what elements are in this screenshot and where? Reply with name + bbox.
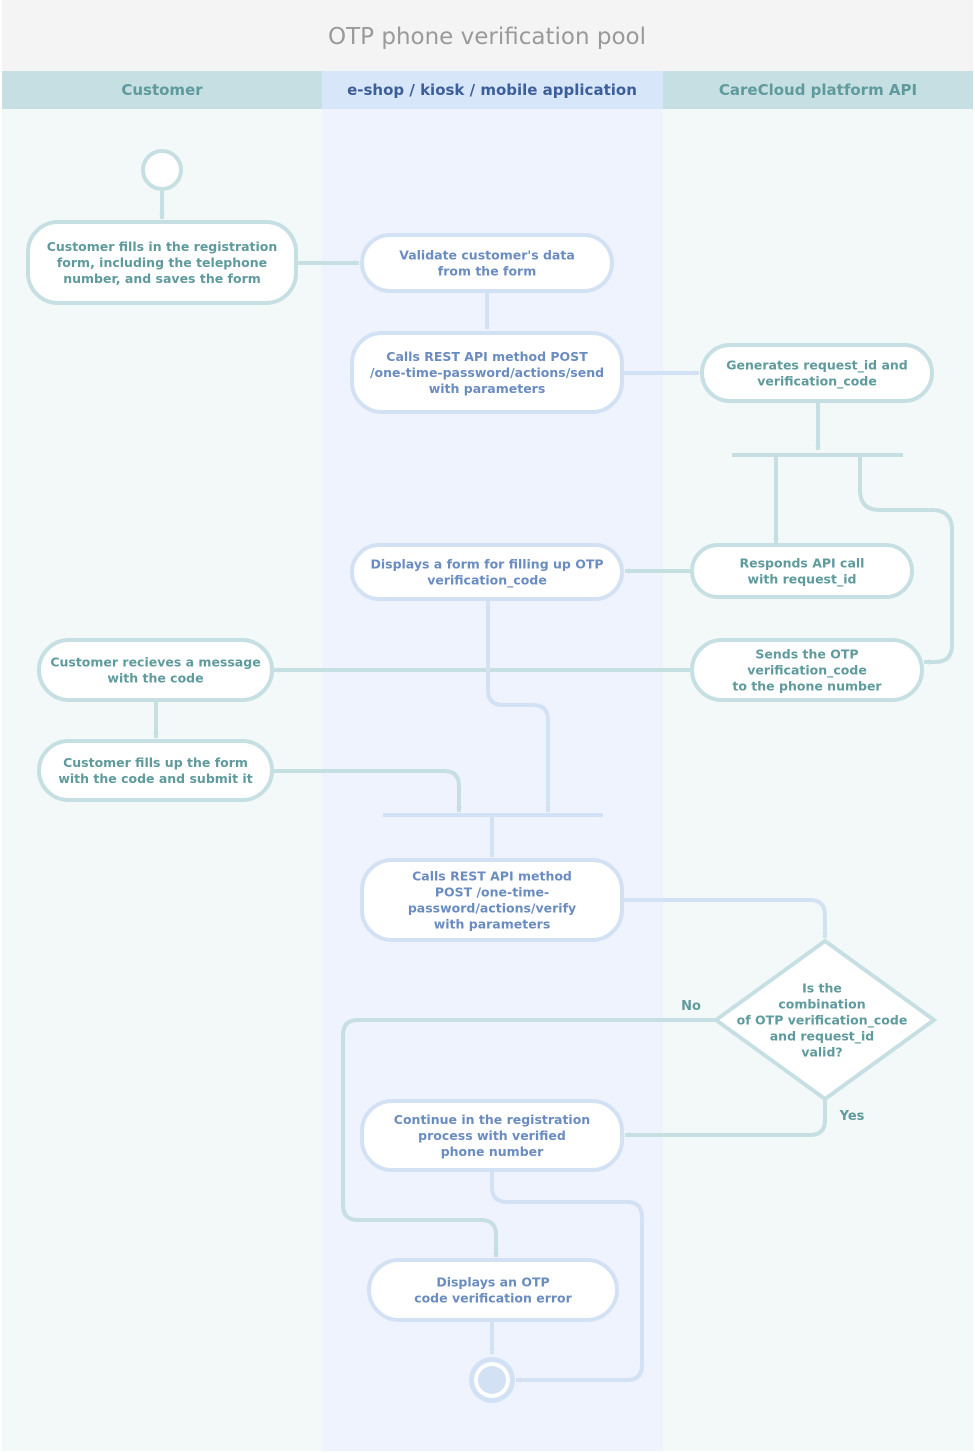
- decision-label-line: Is the: [802, 981, 842, 996]
- edge-label-no: No: [681, 999, 701, 1014]
- activity-label-line: phone number: [441, 1144, 544, 1159]
- activity-node-submit: Customer fills up the formwith the code …: [37, 739, 274, 802]
- activity-label-line: Generates request_id and: [726, 358, 907, 374]
- activity-label-line: POST /one-time-: [435, 885, 549, 900]
- activity-node-continue: Continue in the registrationprocess with…: [360, 1099, 624, 1172]
- activity-label-line: with parameters: [434, 917, 551, 932]
- activity-label-line: password/actions/verify: [408, 901, 576, 916]
- decision-label-line: of OTP verification_code: [737, 1013, 908, 1029]
- lane-app-title: e-shop / kiosk / mobile application: [347, 81, 637, 99]
- activity-node-respond: Responds API callwith request_id: [690, 543, 914, 599]
- lane-app-body: [322, 109, 663, 1451]
- pool-title: OTP phone verification pool: [328, 24, 646, 50]
- activity-node-call-send: Calls REST API method POST/one-time-pass…: [350, 331, 624, 414]
- activity-label-line: Displays an OTP: [436, 1275, 549, 1290]
- decision-label-line: and request_id: [770, 1029, 875, 1045]
- activity-label-line: Displays a form for filling up OTP: [370, 557, 603, 572]
- activity-label-line: from the form: [438, 264, 537, 279]
- activity-label-line: Calls REST API method POST: [386, 349, 588, 364]
- activity-node-error: Displays an OTPcode verification error: [367, 1258, 619, 1322]
- edge-label-yes: Yes: [839, 1109, 865, 1124]
- activity-label-line: Sends the OTP: [755, 647, 858, 662]
- activity-label-line: with the code: [107, 671, 203, 686]
- end-node: [469, 1357, 515, 1403]
- decision-label-line: valid?: [801, 1045, 842, 1060]
- activity-label-line: verification_code: [757, 374, 877, 390]
- lane-api-title: CareCloud platform API: [719, 81, 917, 99]
- lane-customer-title: Customer: [121, 81, 203, 99]
- activity-label-line: /one-time-password/actions/send: [370, 365, 604, 380]
- activity-label-line: Validate customer's data: [399, 248, 575, 263]
- activity-label-line: Calls REST API method: [412, 869, 572, 884]
- start-node: [141, 149, 183, 191]
- activity-label-line: Responds API call: [740, 556, 865, 571]
- activity-node-validate: Validate customer's datafrom the form: [360, 233, 614, 293]
- activity-node-display-form: Displays a form for filling up OTPverifi…: [350, 543, 624, 601]
- activity-node-receive: Customer recieves a messagewith the code: [37, 638, 274, 702]
- activity-label-line: process with verified: [418, 1128, 566, 1143]
- activity-label-line: with parameters: [429, 381, 546, 396]
- activity-label-line: Customer fills in the registration: [47, 239, 278, 254]
- activity-node-call-verify: Calls REST API methodPOST /one-time-pass…: [360, 858, 624, 942]
- activity-node-fill-form: Customer fills in the registrationform, …: [26, 220, 298, 305]
- lane-api-body: [663, 109, 973, 1451]
- activity-node-generate: Generates request_id andverification_cod…: [700, 343, 934, 403]
- activity-label-line: Customer fills up the form: [63, 755, 248, 770]
- activity-label-line: Continue in the registration: [394, 1112, 590, 1127]
- activity-node-send-otp: Sends the OTPverification_codeto the pho…: [690, 638, 924, 702]
- activity-label-line: with request_id: [748, 572, 857, 588]
- decision-label-line: combination: [778, 997, 865, 1012]
- activity-label-line: with the code and submit it: [58, 771, 252, 786]
- activity-label-line: code verification error: [414, 1291, 572, 1306]
- activity-label-line: verification_code: [427, 573, 547, 589]
- activity-label-line: Customer recieves a message: [50, 655, 260, 670]
- activity-label-line: form, including the telephone: [57, 255, 267, 270]
- activity-label-line: to the phone number: [732, 679, 882, 694]
- activity-diagram: OTP phone verification pool Customer e-s…: [2, 0, 973, 1451]
- activity-label-line: verification_code: [747, 663, 867, 679]
- activity-label-line: number, and saves the form: [63, 271, 261, 286]
